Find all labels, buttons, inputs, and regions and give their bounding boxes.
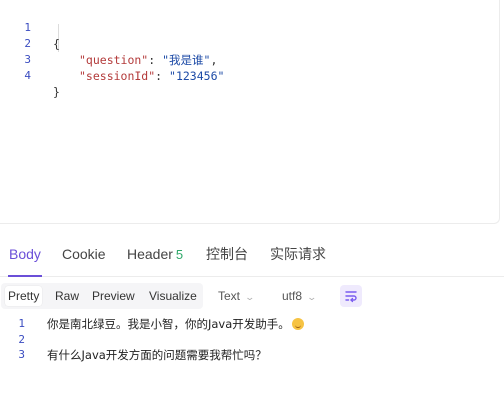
tab-console[interactable]: 控制台: [206, 244, 248, 264]
view-mode-segmented-control: Pretty Raw Preview Visualize: [1, 283, 203, 309]
tab-body[interactable]: Body: [9, 244, 41, 264]
json-separator: :: [155, 69, 170, 83]
line-number: 3: [18, 348, 25, 361]
chevron-down-icon: ⌄: [244, 292, 256, 302]
content-type-select[interactable]: Text ⌄: [218, 283, 256, 309]
close-brace: }: [53, 85, 60, 99]
code-line-2: 2 "question": "我是谁",: [0, 20, 217, 67]
json-comma: ,: [210, 53, 218, 67]
tab-cookie[interactable]: Cookie: [62, 244, 106, 264]
wrap-lines-icon: [345, 291, 357, 303]
encoding-select[interactable]: utf8 ⌄: [282, 283, 318, 309]
visualize-button[interactable]: Visualize: [149, 283, 197, 309]
code-line-3: 3 "sessionId": "123456": [0, 36, 224, 83]
raw-button[interactable]: Raw: [55, 283, 79, 309]
request-body-editor[interactable]: 1 { 2 "question": "我是谁", 3 "sessionId": …: [0, 0, 500, 224]
line-number: 4: [24, 69, 31, 82]
content-type-value: Text: [218, 289, 241, 303]
preview-button[interactable]: Preview: [92, 283, 135, 309]
json-entry: "question": "我是谁",: [79, 52, 217, 68]
response-text: 有什么Java开发方面的问题需要我帮忙吗？: [47, 348, 267, 362]
json-entry: "sessionId": "123456": [79, 68, 224, 84]
tab-header[interactable]: Header 5: [127, 244, 183, 265]
json-key: "sessionId": [79, 69, 156, 83]
pretty-button[interactable]: Pretty: [5, 286, 43, 306]
header-count-badge: 5: [175, 247, 184, 262]
json-value: "我是谁": [162, 53, 211, 67]
active-tab-indicator: [8, 275, 42, 277]
chevron-down-icon: ⌄: [306, 292, 318, 302]
tab-actual-request[interactable]: 实际请求: [270, 244, 326, 264]
response-format-toolbar: Pretty Raw Preview Visualize Text ⌄ utf8 ⌄: [0, 283, 504, 309]
smiling-face-icon: [291, 318, 304, 330]
response-text-content: 你是南北绿豆。我是小智，你的Java开发助手。: [47, 317, 290, 331]
code-line-1: 1 {: [0, 4, 60, 51]
code-line-4: 4 }: [0, 52, 60, 99]
wrap-lines-button[interactable]: [340, 285, 362, 307]
encoding-value: utf8: [282, 289, 303, 303]
response-text: 你是南北绿豆。我是小智，你的Java开发助手。: [47, 315, 304, 333]
json-key: "question": [79, 53, 149, 67]
open-brace: {: [53, 37, 60, 51]
json-separator: :: [148, 53, 163, 67]
response-tabs: Body Cookie Header 5 控制台 实际请求: [0, 234, 504, 277]
tab-header-label: Header: [127, 246, 173, 262]
json-value: "123456": [169, 69, 225, 83]
